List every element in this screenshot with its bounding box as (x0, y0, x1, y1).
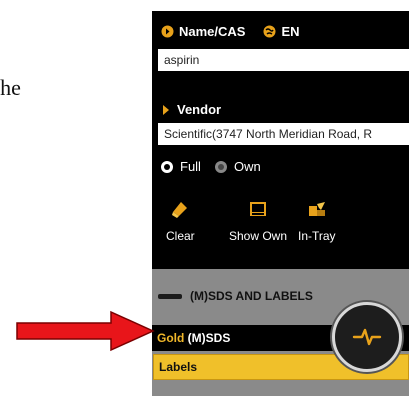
clear-button[interactable]: Clear (166, 198, 195, 243)
in-tray-label: In-Tray (298, 229, 336, 243)
search-input[interactable]: aspirin (158, 49, 409, 71)
gold-suffix: (M)SDS (187, 331, 231, 345)
folder-icon (247, 198, 269, 220)
collapse-dash-icon (158, 293, 182, 299)
name-cas-label[interactable]: Name/CAS (179, 24, 245, 39)
own-radio[interactable] (214, 160, 227, 173)
activity-fab-button[interactable] (332, 302, 402, 372)
vendor-heading-label: Vendor (177, 102, 222, 117)
tray-icon (306, 198, 328, 220)
expand-triangle-icon (163, 104, 169, 115)
sds-section-header[interactable]: (M)SDS AND LABELS (158, 289, 313, 303)
clear-label: Clear (166, 229, 195, 243)
pointer-arrow-icon (16, 310, 155, 352)
globe-icon[interactable] (263, 25, 276, 38)
vendor-heading[interactable]: Vendor (163, 102, 221, 117)
chemical-search-panel: Name/CAS EN aspirin Vendor Scientific(37… (152, 11, 409, 396)
gold-prefix: Gold (157, 331, 185, 345)
sds-section: (M)SDS AND LABELS Gold (M)SDS Labels (152, 269, 409, 396)
document-text-fragment: the (0, 75, 21, 100)
pulse-icon (352, 328, 382, 346)
full-radio[interactable] (161, 160, 173, 173)
search-header: Name/CAS EN (161, 22, 300, 40)
in-tray-button[interactable]: In-Tray (298, 198, 336, 243)
own-radio-label[interactable]: Own (234, 159, 261, 174)
show-own-button[interactable]: Show Own (229, 198, 287, 243)
scope-radio-group: Full Own (161, 159, 261, 174)
name-cas-radio-icon[interactable] (161, 25, 174, 38)
full-radio-label[interactable]: Full (180, 159, 201, 174)
eraser-icon (169, 198, 191, 220)
show-own-label: Show Own (229, 229, 288, 243)
vendor-field[interactable]: Scientific(3747 North Meridian Road, R (158, 123, 409, 145)
language-label[interactable]: EN (281, 24, 299, 39)
sds-section-title: (M)SDS AND LABELS (190, 289, 313, 303)
